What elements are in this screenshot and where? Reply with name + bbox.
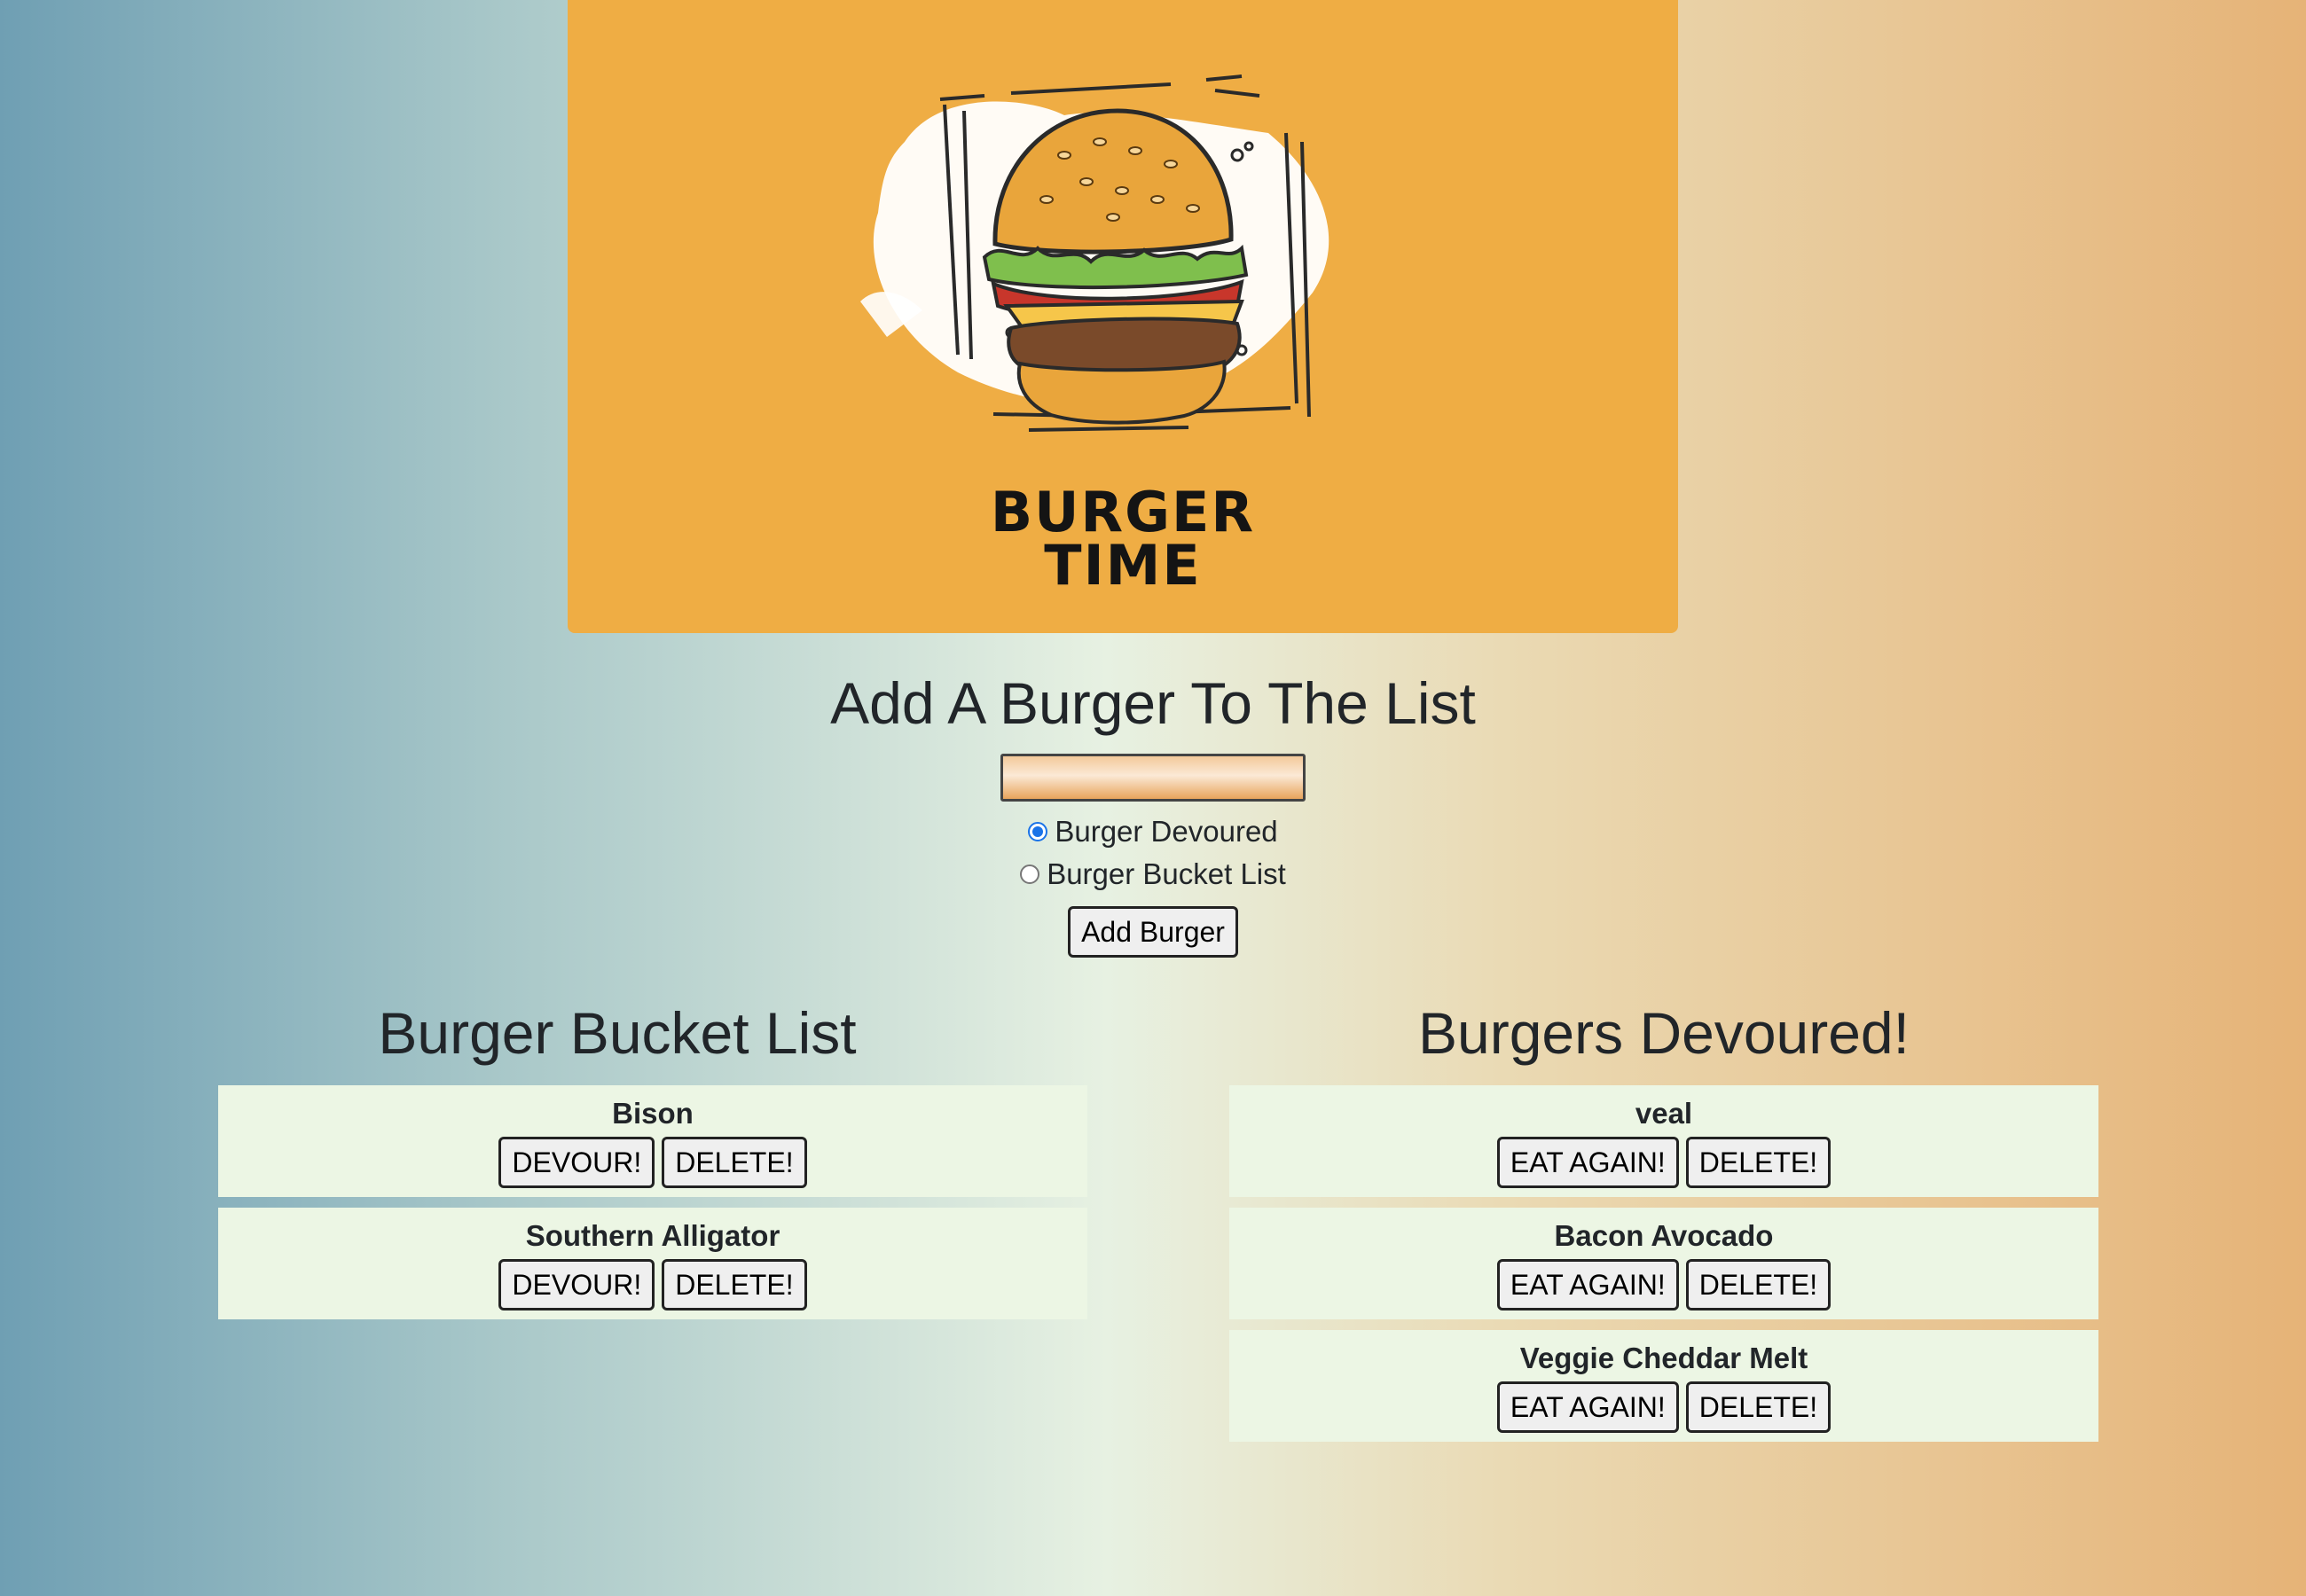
list-item: veal EAT AGAIN! DELETE! (1229, 1085, 2098, 1197)
devour-button[interactable]: DEVOUR! (498, 1259, 655, 1310)
devoured-column: Burgers Devoured! veal EAT AGAIN! DELETE… (1229, 993, 2098, 1452)
add-burger-form: Add A Burger To The List Burger Devoured… (0, 663, 2306, 958)
list-item: Southern Alligator DEVOUR! DELETE! (218, 1208, 1087, 1319)
list-item: Veggie Cheddar Melt EAT AGAIN! DELETE! (1229, 1330, 2098, 1442)
add-burger-button[interactable]: Add Burger (1068, 906, 1238, 958)
radio-option-devoured[interactable]: Burger Devoured (0, 810, 2306, 853)
bucket-list-column: Burger Bucket List Bison DEVOUR! DELETE!… (218, 993, 1087, 1330)
delete-button[interactable]: DELETE! (662, 1259, 807, 1310)
radio-bucket-list-button[interactable] (1020, 864, 1040, 884)
burger-name: Bacon Avocado (1554, 1219, 1774, 1252)
delete-button[interactable]: DELETE! (1685, 1381, 1831, 1433)
list-item: Bison DEVOUR! DELETE! (218, 1085, 1087, 1197)
devoured-heading: Burgers Devoured! (1418, 1000, 1910, 1066)
banner-title-line2: TIME (1044, 533, 1202, 598)
eat-again-button[interactable]: EAT AGAIN! (1496, 1259, 1679, 1310)
devour-button[interactable]: DEVOUR! (498, 1137, 655, 1188)
burger-name: Southern Alligator (525, 1219, 780, 1252)
burger-name: Bison (612, 1097, 694, 1130)
burger-name: veal (1635, 1097, 1693, 1130)
delete-button[interactable]: DELETE! (662, 1137, 807, 1188)
bucket-list-heading: Burger Bucket List (378, 1000, 857, 1066)
delete-button[interactable]: DELETE! (1685, 1137, 1831, 1188)
burger-name: Veggie Cheddar Melt (1519, 1342, 1808, 1374)
burger-name-input[interactable] (1000, 754, 1306, 802)
eat-again-button[interactable]: EAT AGAIN! (1496, 1137, 1679, 1188)
header-banner: BURGER TIME (568, 0, 1678, 633)
delete-button[interactable]: DELETE! (1685, 1259, 1831, 1310)
eat-again-button[interactable]: EAT AGAIN! (1496, 1381, 1679, 1433)
radio-devoured-button[interactable] (1028, 822, 1048, 841)
list-item: Bacon Avocado EAT AGAIN! DELETE! (1229, 1208, 2098, 1319)
radio-devoured-label: Burger Devoured (1055, 815, 1278, 848)
radio-bucket-list-label: Burger Bucket List (1047, 857, 1286, 890)
radio-option-bucket-list[interactable]: Burger Bucket List (0, 853, 2306, 896)
banner-title: BURGER TIME (568, 480, 1678, 598)
banner-title-line1: BURGER (990, 480, 1256, 544)
add-burger-heading: Add A Burger To The List (830, 670, 1476, 736)
